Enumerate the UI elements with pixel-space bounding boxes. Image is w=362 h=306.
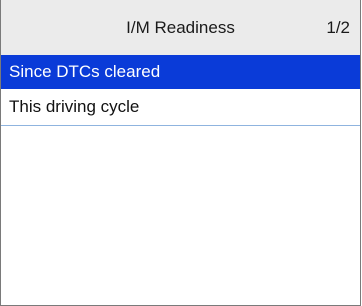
- menu-item-since-dtcs-cleared[interactable]: Since DTCs cleared: [1, 55, 360, 89]
- title-bar: I/M Readiness 1/2: [1, 0, 360, 55]
- im-readiness-screen: I/M Readiness 1/2 Since DTCs cleared Thi…: [0, 0, 361, 306]
- page-indicator: 1/2: [326, 18, 350, 37]
- screen-title: I/M Readiness: [126, 18, 235, 37]
- menu-item-this-driving-cycle[interactable]: This driving cycle: [1, 89, 360, 126]
- menu-list: Since DTCs cleared This driving cycle: [1, 55, 360, 126]
- menu-item-label: Since DTCs cleared: [9, 62, 161, 81]
- menu-item-label: This driving cycle: [9, 97, 140, 116]
